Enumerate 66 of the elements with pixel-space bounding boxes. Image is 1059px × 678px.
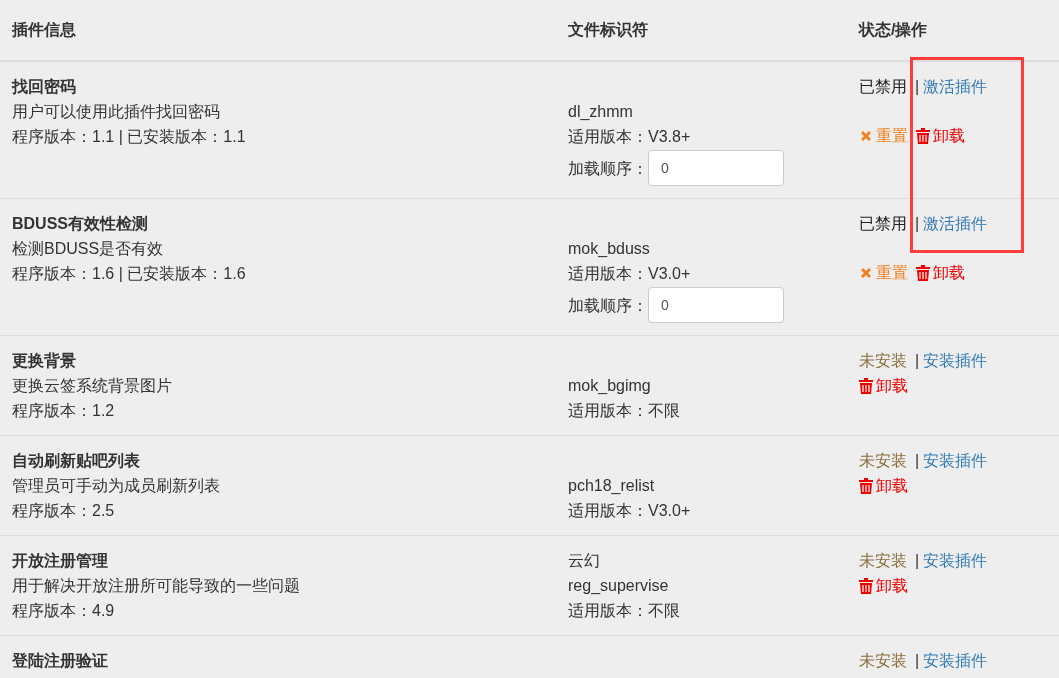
file-identifier: dl_zhmm: [568, 102, 633, 122]
uninstall-link[interactable]: 卸载: [859, 373, 908, 398]
plugin-description: 用户可以使用此插件找回密码: [12, 102, 221, 122]
plugin-description: 管理员可手动为成员刷新列表: [12, 476, 221, 496]
install-link[interactable]: 安装插件: [923, 448, 988, 473]
version-text: 程序版本：2.5: [12, 501, 116, 521]
separator-text: |: [915, 351, 920, 371]
uninstall-link[interactable]: 卸载: [916, 260, 965, 285]
uninstall-link[interactable]: 卸载: [859, 573, 908, 598]
file-identifier: mok_bgimg: [568, 376, 651, 396]
plugin-name: 自动刷新贴吧列表: [12, 451, 141, 471]
author-name: 云幻: [568, 551, 600, 571]
plugin-description: 更换云签系统背景图片: [12, 376, 173, 396]
separator-text: |: [915, 77, 920, 97]
install-link[interactable]: 安装插件: [923, 548, 988, 573]
activate-link[interactable]: 激活插件: [923, 211, 988, 236]
column-header: 状态/操作: [859, 20, 928, 40]
file-identifier: reg_supervise: [568, 576, 669, 596]
status-text: 未安装: [859, 651, 907, 671]
load-order-field[interactable]: 0: [648, 150, 784, 186]
plugin-name: 开放注册管理: [12, 551, 109, 571]
status-text: 已禁用: [859, 214, 907, 234]
plugin-name: 更换背景: [12, 351, 77, 371]
activate-link[interactable]: 激活插件: [923, 74, 988, 99]
uninstall-link[interactable]: 卸载: [916, 123, 965, 148]
plugin-name: 找回密码: [12, 77, 77, 97]
column-header: 文件标识符: [568, 20, 648, 40]
reset-link[interactable]: 重置: [859, 260, 908, 285]
uninstall-link[interactable]: 卸载: [859, 473, 908, 498]
compatible-version: 适用版本：V3.0+: [568, 501, 691, 521]
file-identifier: mok_bduss: [568, 239, 650, 259]
install-link[interactable]: 安装插件: [923, 648, 988, 673]
trash-icon: [859, 377, 873, 394]
trash-icon: [916, 127, 930, 144]
plugin-name: BDUSS有效性检测: [12, 214, 149, 234]
separator-text: |: [915, 214, 920, 234]
version-text: 程序版本：1.1 | 已安装版本：1.1: [12, 127, 247, 147]
file-identifier: pch18_relist: [568, 476, 655, 496]
trash-icon: [859, 477, 873, 494]
compatible-version: 适用版本：不限: [568, 401, 680, 421]
separator-text: |: [915, 651, 920, 671]
trash-icon: [916, 264, 930, 281]
close-icon: [859, 265, 873, 280]
install-link[interactable]: 安装插件: [923, 348, 988, 373]
version-text: 程序版本：1.2: [12, 401, 116, 421]
status-text: 未安装: [859, 551, 907, 571]
compatible-version: 适用版本：不限: [568, 601, 680, 621]
load-order-label: 加载顺序：: [568, 295, 648, 316]
close-icon: [859, 128, 873, 143]
status-text: 未安装: [859, 351, 907, 371]
reset-link[interactable]: 重置: [859, 123, 908, 148]
compatible-version: 适用版本：V3.0+: [568, 264, 691, 284]
compatible-version: 适用版本：V3.8+: [568, 127, 691, 147]
load-order-field[interactable]: 0: [648, 287, 784, 323]
separator-text: |: [915, 451, 920, 471]
column-header: 插件信息: [12, 20, 76, 40]
status-text: 已禁用: [859, 77, 907, 97]
version-text: 程序版本：4.9: [12, 601, 116, 621]
plugin-description: 用于解决开放注册所可能导致的一些问题: [12, 576, 301, 596]
plugin-name: 登陆注册验证: [12, 651, 109, 671]
version-text: 程序版本：1.6 | 已安装版本：1.6: [12, 264, 247, 284]
status-text: 未安装: [859, 451, 907, 471]
trash-icon: [859, 577, 873, 594]
separator-text: |: [915, 551, 920, 571]
plugin-description: 检测BDUSS是否有效: [12, 239, 165, 259]
load-order-label: 加载顺序：: [568, 158, 648, 179]
